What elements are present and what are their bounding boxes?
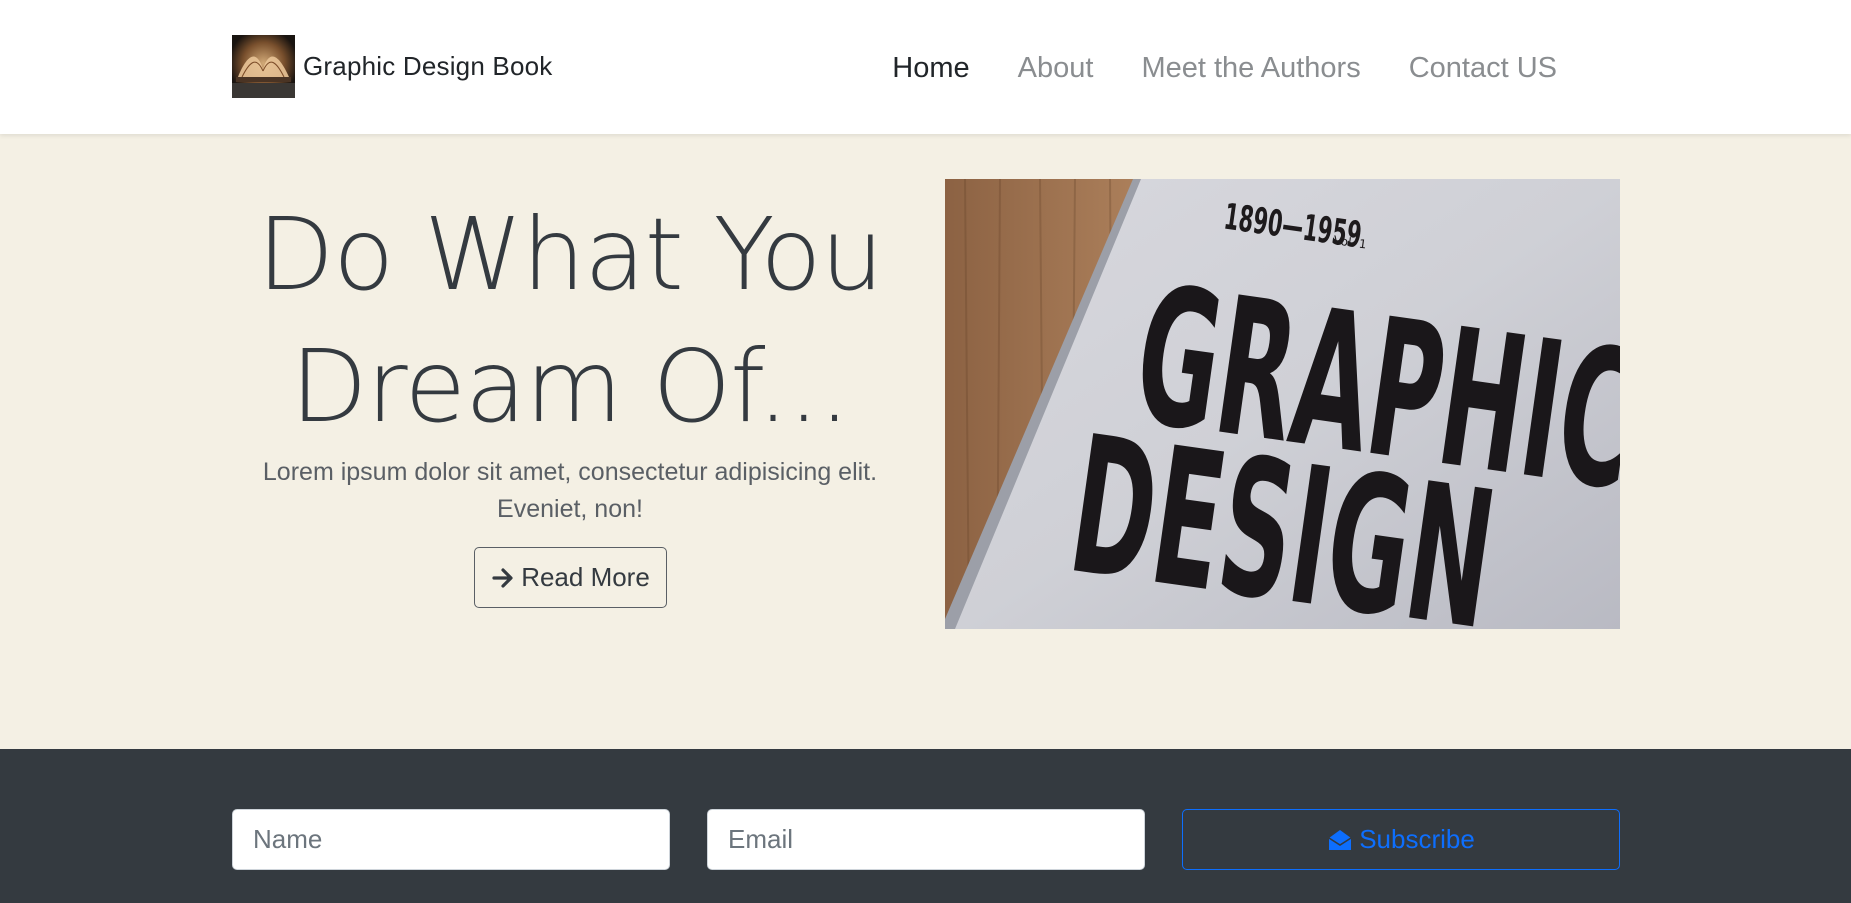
brand-link[interactable]: Graphic Design Book (232, 35, 552, 98)
read-more-label: Read More (521, 562, 650, 592)
hero-title: Do What You Dream Of... (232, 189, 908, 453)
name-input[interactable] (232, 809, 670, 870)
brand-name: Graphic Design Book (303, 51, 553, 81)
open-book-logo-icon (232, 35, 295, 98)
hero-title-line-2: Dream Of... (290, 328, 851, 445)
subscribe-button[interactable]: Subscribe (1182, 809, 1620, 870)
email-input[interactable] (707, 809, 1145, 870)
envelope-open-icon (1328, 829, 1352, 850)
hero-title-line-1: Do What You (257, 196, 884, 313)
main-nav: Home About Meet the Authors Contact US (868, 47, 1581, 89)
subscribe-label: Subscribe (1359, 824, 1475, 854)
hero-subtitle: Lorem ipsum dolor sit amet, consectetur … (262, 458, 878, 523)
nav-link-meet-the-authors[interactable]: Meet the Authors (1117, 47, 1384, 89)
nav-link-about[interactable]: About (994, 47, 1118, 89)
subscribe-section: Subscribe (0, 749, 1851, 903)
hero-section: Do What You Dream Of... Lorem ipsum dolo… (0, 134, 1851, 749)
hero-text-block: Do What You Dream Of... Lorem ipsum dolo… (232, 134, 908, 749)
arrow-right-icon (492, 567, 513, 588)
read-more-button[interactable]: Read More (474, 547, 667, 608)
nav-link-contact-us[interactable]: Contact US (1385, 47, 1581, 89)
nav-link-home[interactable]: Home (868, 47, 993, 89)
navbar: Graphic Design Book Home About Meet the … (0, 0, 1851, 134)
hero-book-image: Vol. 1 1890—1959 GRAPHIC DESIGN (945, 179, 1620, 629)
graphic-design-book-photo: Vol. 1 1890—1959 GRAPHIC DESIGN (945, 179, 1620, 629)
